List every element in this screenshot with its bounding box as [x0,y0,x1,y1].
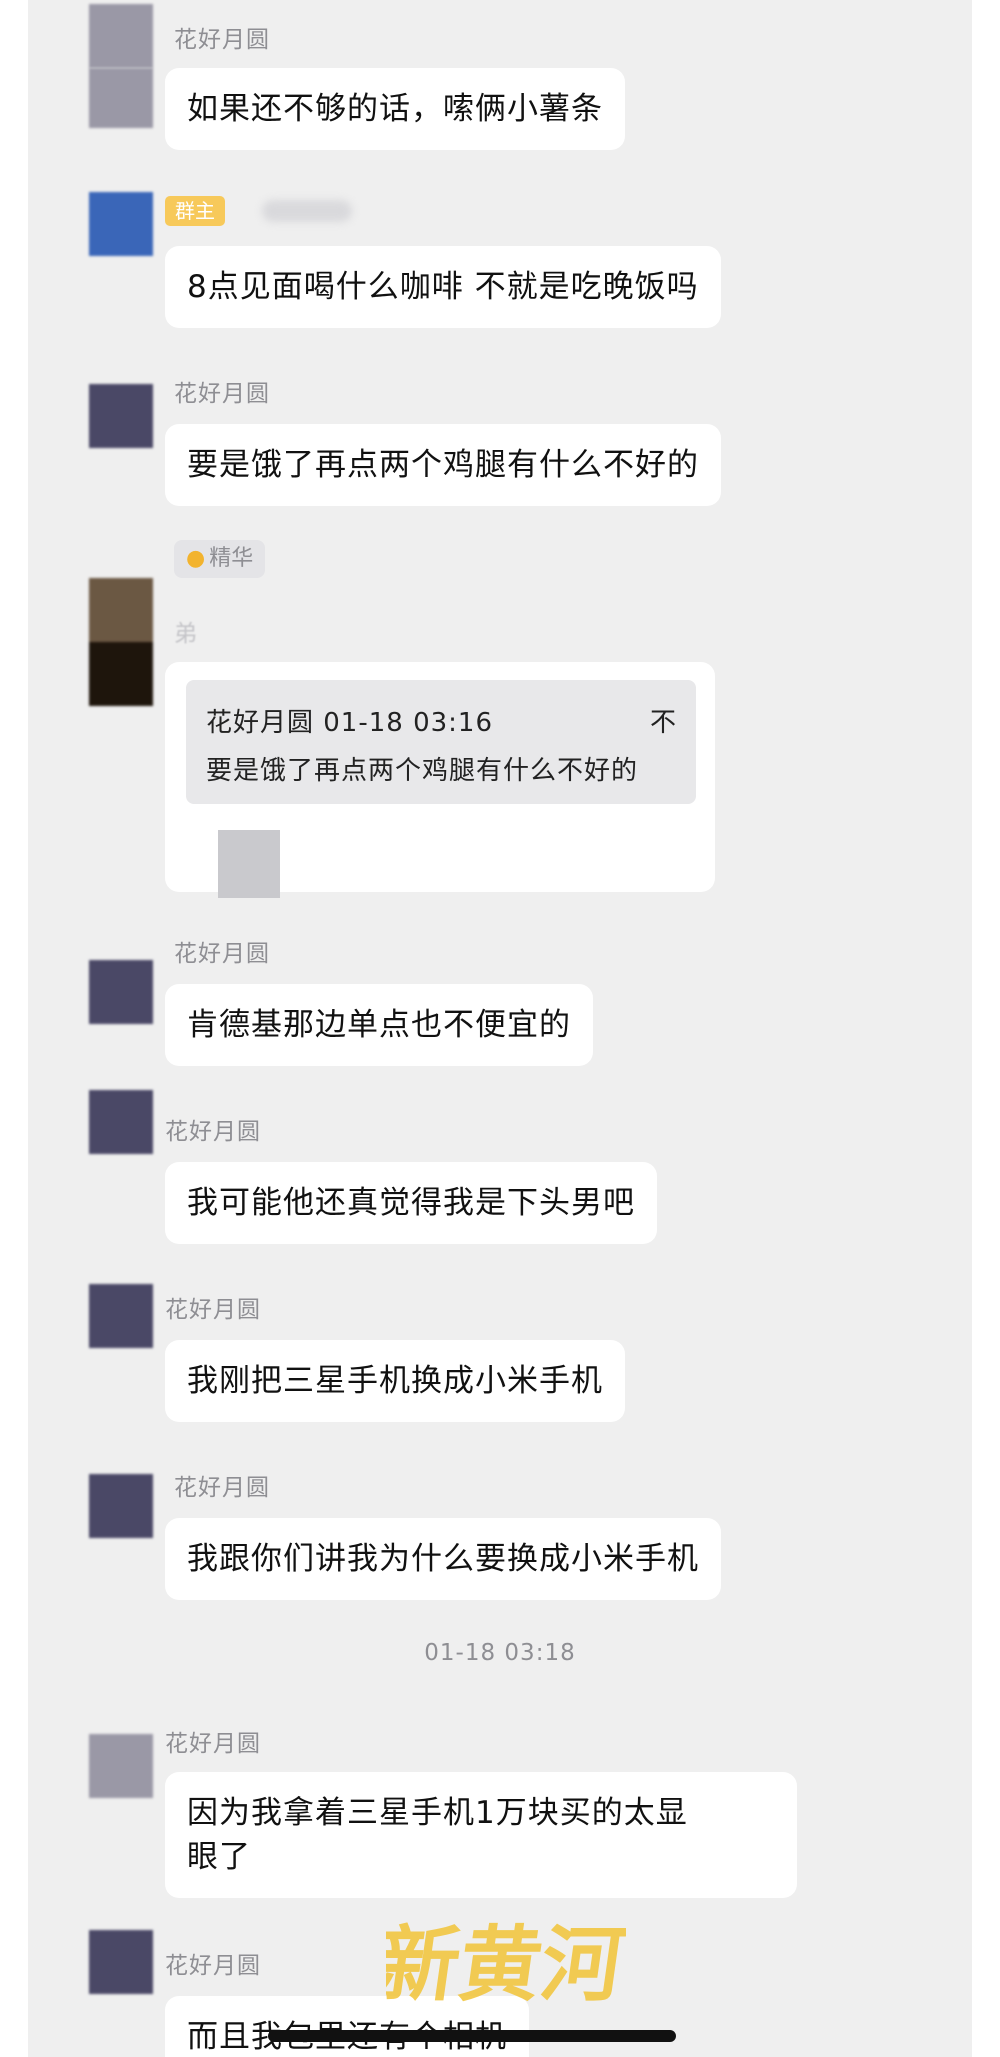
avatar [89,68,153,128]
sender-name-redacted [262,200,352,222]
avatar[interactable] [89,384,153,448]
avatar[interactable] [89,1734,153,1798]
message-bubble[interactable]: 8点见面喝什么咖啡 不就是吃晚饭吗 [165,246,721,328]
sender-name: 花好月圆 [174,381,270,407]
avatar[interactable] [89,1930,153,1994]
message-bubble[interactable]: 肯德基那边单点也不便宜的 [165,984,593,1066]
xinhuanghe-watermark-logo: 新黄河 [386,1917,626,2013]
message-bubble[interactable]: 我刚把三星手机换成小米手机 [165,1340,625,1422]
sender-name: 花好月圆 [174,941,270,967]
avatar[interactable] [89,4,153,68]
avatar[interactable] [89,1474,153,1538]
blurred-content [218,830,280,898]
message-bubble[interactable]: 因为我拿着三星手机1万块买的太显 眼了 [165,1772,797,1898]
sender-name: 花好月圆 [174,27,270,53]
timestamp-divider: 01-18 03:18 [424,1640,576,1666]
chat-screen: 花好月圆 如果还不够的话，嗦俩小薯条 群主 8点见面喝什么咖啡 不就是吃晚饭吗 … [0,0,1000,2057]
quoted-message-text: 要是饿了再点两个鸡腿有什么不好的 [206,756,639,786]
sender-name: 花好月圆 [165,1119,261,1145]
flame-icon: ● [186,546,206,571]
message-bubble[interactable]: 如果还不够的话，嗦俩小薯条 [165,68,625,150]
message-bubble[interactable]: 要是饿了再点两个鸡腿有什么不好的 [165,424,721,506]
avatar[interactable] [89,578,153,706]
sender-name: 花好月圆 [165,1731,261,1757]
sender-name: 花好月圆 [165,1297,261,1323]
avatar[interactable] [89,192,153,256]
sender-name-redacted: 弟 [174,621,197,647]
essence-tag: ● 精华 [174,540,266,578]
home-indicator [268,2030,676,2042]
group-owner-badge: 群主 [165,196,225,226]
message-bubble[interactable]: 我可能他还真觉得我是下头男吧 [165,1162,657,1244]
avatar[interactable] [89,960,153,1024]
avatar[interactable] [89,1284,153,1348]
avatar[interactable] [89,1090,153,1154]
sender-name: 花好月圆 [174,1475,270,1501]
quoted-message-meta: 花好月圆 01-18 03:16 [206,708,494,738]
svg-text:新黄河: 新黄河 [386,1917,626,2013]
sender-name: 花好月圆 [165,1953,261,1979]
essence-label: 精华 [209,546,254,571]
quoted-message-truncated-text: 不 [650,708,677,738]
message-bubble[interactable]: 我跟你们讲我为什么要换成小米手机 [165,1518,721,1600]
